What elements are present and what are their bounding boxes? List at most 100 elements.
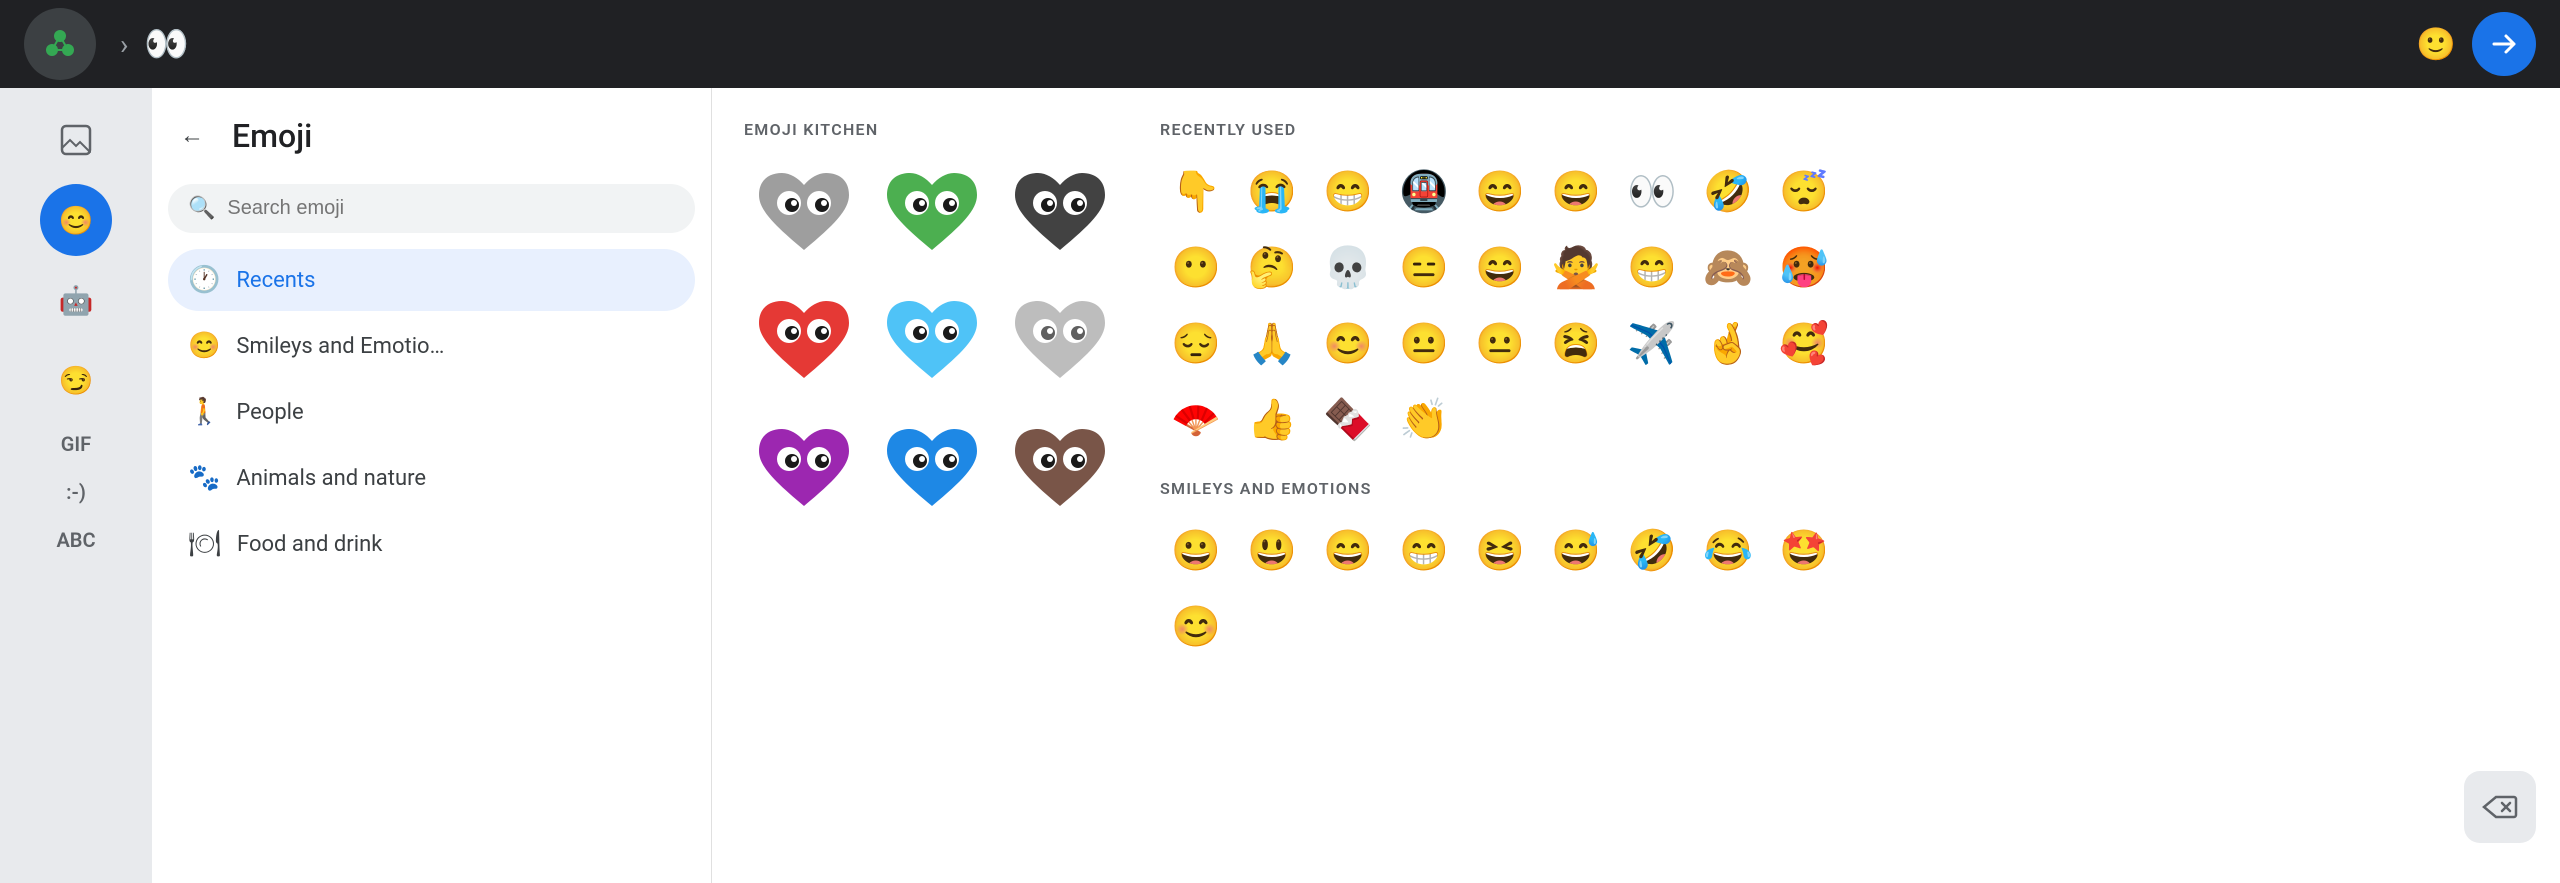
food-icon: 🍽 <box>188 529 221 559</box>
action-button[interactable]: 😏 <box>40 344 112 416</box>
abc-button[interactable]: ABC <box>44 520 107 560</box>
sidebar-icons: 😊 🤖 😏 GIF :-) ABC <box>0 88 152 883</box>
emoji-kitchen-title: EMOJI KITCHEN <box>744 120 1120 139</box>
emoji-cell[interactable] <box>1464 383 1536 455</box>
app-logo <box>24 8 96 80</box>
emoji-cell[interactable]: 😫 <box>1540 307 1612 379</box>
emoji-cell[interactable]: 👍 <box>1236 383 1308 455</box>
emoji-cell[interactable] <box>1768 383 1840 455</box>
emoji-cell[interactable]: 😄 <box>1312 514 1384 586</box>
emoji-cell[interactable]: 🤞 <box>1692 307 1764 379</box>
emoji-cell[interactable]: 👀 <box>1616 155 1688 227</box>
emoji-cell[interactable]: 😄 <box>1540 155 1612 227</box>
emoji-cell[interactable]: 🍫 <box>1312 383 1384 455</box>
emoji-cell[interactable]: 😁 <box>1388 514 1460 586</box>
kitchen-item-3[interactable] <box>744 283 864 403</box>
emoji-cell[interactable]: 😂 <box>1692 514 1764 586</box>
emoji-cell[interactable]: 😊 <box>1160 590 1232 662</box>
emoji-cell[interactable] <box>1616 383 1688 455</box>
emoji-cell[interactable]: 😭 <box>1236 155 1308 227</box>
recents-label: Recents <box>236 268 315 293</box>
search-input[interactable] <box>227 197 675 220</box>
emoji-cell[interactable]: 😁 <box>1616 231 1688 303</box>
kitchen-item-1[interactable] <box>872 155 992 275</box>
emoji-cell[interactable]: 🤔 <box>1236 231 1308 303</box>
grid-columns: EMOJI KITCHEN <box>744 112 2528 686</box>
emoji-cell[interactable]: 😊 <box>1312 307 1384 379</box>
expand-chevron[interactable]: › <box>120 28 128 61</box>
input-emoji-text: 👀 <box>144 26 189 62</box>
emoji-cell[interactable]: 👇 <box>1160 155 1232 227</box>
emoji-cell[interactable] <box>1540 383 1612 455</box>
emoji-cell[interactable]: 🚇 <box>1388 155 1460 227</box>
recently-used-section: RECENTLY USED 👇 😭 😁 🚇 😄 😄 👀 🤣 😴 😶 🤔 💀 😑 <box>1160 112 2528 686</box>
category-people[interactable]: 🚶 People <box>168 381 695 443</box>
emoji-cell[interactable]: 🙅 <box>1540 231 1612 303</box>
emoji-cell[interactable]: 😑 <box>1388 231 1460 303</box>
emoji-cell[interactable]: 🤣 <box>1692 155 1764 227</box>
message-input-area[interactable]: 👀 <box>144 16 2400 72</box>
kitchen-item-5[interactable] <box>1000 283 1120 403</box>
smileys-emotions-grid: 😀 😃 😄 😁 😆 😅 🤣 😂 🤩 😊 <box>1160 514 2528 662</box>
emoji-cell[interactable]: ✈️ <box>1616 307 1688 379</box>
emoji-cell[interactable]: 🪭 <box>1160 383 1232 455</box>
smileys-icon: 😊 <box>188 331 220 361</box>
emoji-kitchen-section: EMOJI KITCHEN <box>744 112 1120 686</box>
emoji-panel-header: ← Emoji <box>168 112 695 160</box>
category-recents[interactable]: 🕐 Recents <box>168 249 695 311</box>
emoji-cell[interactable]: 😐 <box>1388 307 1460 379</box>
emoji-cell[interactable] <box>1692 383 1764 455</box>
kitchen-item-7[interactable] <box>872 411 992 531</box>
emoji-cell[interactable]: 😄 <box>1464 155 1536 227</box>
emoji-cell[interactable]: 😴 <box>1768 155 1840 227</box>
emoji-panel-title: Emoji <box>232 117 312 155</box>
animals-icon: 🐾 <box>188 463 220 493</box>
main-layout: 😊 🤖 😏 GIF :-) ABC ← Emoji 🔍 🕐 Recents 😊 … <box>0 88 2560 883</box>
smileys-label: Smileys and Emotio… <box>236 334 444 359</box>
emoji-cell[interactable]: 😃 <box>1236 514 1308 586</box>
emoji-cell[interactable]: 🙏 <box>1236 307 1308 379</box>
text-emoji-button[interactable]: :-) <box>54 472 98 512</box>
kitchen-item-6[interactable] <box>744 411 864 531</box>
kitchen-item-0[interactable] <box>744 155 864 275</box>
emoji-cell[interactable]: 😀 <box>1160 514 1232 586</box>
emoji-cell[interactable]: 😐 <box>1464 307 1536 379</box>
emoji-cell[interactable]: 🤩 <box>1768 514 1840 586</box>
category-smileys[interactable]: 😊 Smileys and Emotio… <box>168 315 695 377</box>
recently-used-title: RECENTLY USED <box>1160 120 2528 139</box>
emoji-button[interactable]: 😊 <box>40 184 112 256</box>
animals-label: Animals and nature <box>236 466 426 491</box>
bot-button[interactable]: 🤖 <box>40 264 112 336</box>
send-button[interactable] <box>2472 12 2536 76</box>
emoji-cell[interactable]: 😅 <box>1540 514 1612 586</box>
emoji-cell[interactable]: 🙈 <box>1692 231 1764 303</box>
emoji-cell[interactable]: 🤣 <box>1616 514 1688 586</box>
emoji-cell[interactable]: 💀 <box>1312 231 1384 303</box>
category-animals[interactable]: 🐾 Animals and nature <box>168 447 695 509</box>
emoji-cell[interactable]: 😶 <box>1160 231 1232 303</box>
category-food[interactable]: 🍽 Food and drink <box>168 513 695 575</box>
emoji-cell[interactable]: 😆 <box>1464 514 1536 586</box>
emoji-cell[interactable]: 🥵 <box>1768 231 1840 303</box>
emoji-cell[interactable]: 👏 <box>1388 383 1460 455</box>
search-icon: 🔍 <box>188 196 215 221</box>
gif-button[interactable]: GIF <box>49 424 103 464</box>
emoji-cell[interactable]: 🥰 <box>1768 307 1840 379</box>
delete-button[interactable] <box>2464 771 2536 843</box>
emoji-picker-icon[interactable]: 🙂 <box>2416 25 2456 63</box>
people-label: People <box>236 400 303 425</box>
topbar: › 👀 🙂 <box>0 0 2560 88</box>
sticker-button[interactable] <box>40 104 112 176</box>
emoji-kitchen-grid <box>744 155 1120 531</box>
emoji-cell[interactable]: 😁 <box>1312 155 1384 227</box>
emoji-panel: ← Emoji 🔍 🕐 Recents 😊 Smileys and Emotio… <box>152 88 712 883</box>
kitchen-item-8[interactable] <box>1000 411 1120 531</box>
emoji-grid-panel: EMOJI KITCHEN <box>712 88 2560 883</box>
kitchen-item-4[interactable] <box>872 283 992 403</box>
people-icon: 🚶 <box>188 397 220 427</box>
search-box[interactable]: 🔍 <box>168 184 695 233</box>
emoji-cell[interactable]: 😔 <box>1160 307 1232 379</box>
back-button[interactable]: ← <box>168 112 216 160</box>
emoji-cell[interactable]: 😄 <box>1464 231 1536 303</box>
kitchen-item-2[interactable] <box>1000 155 1120 275</box>
